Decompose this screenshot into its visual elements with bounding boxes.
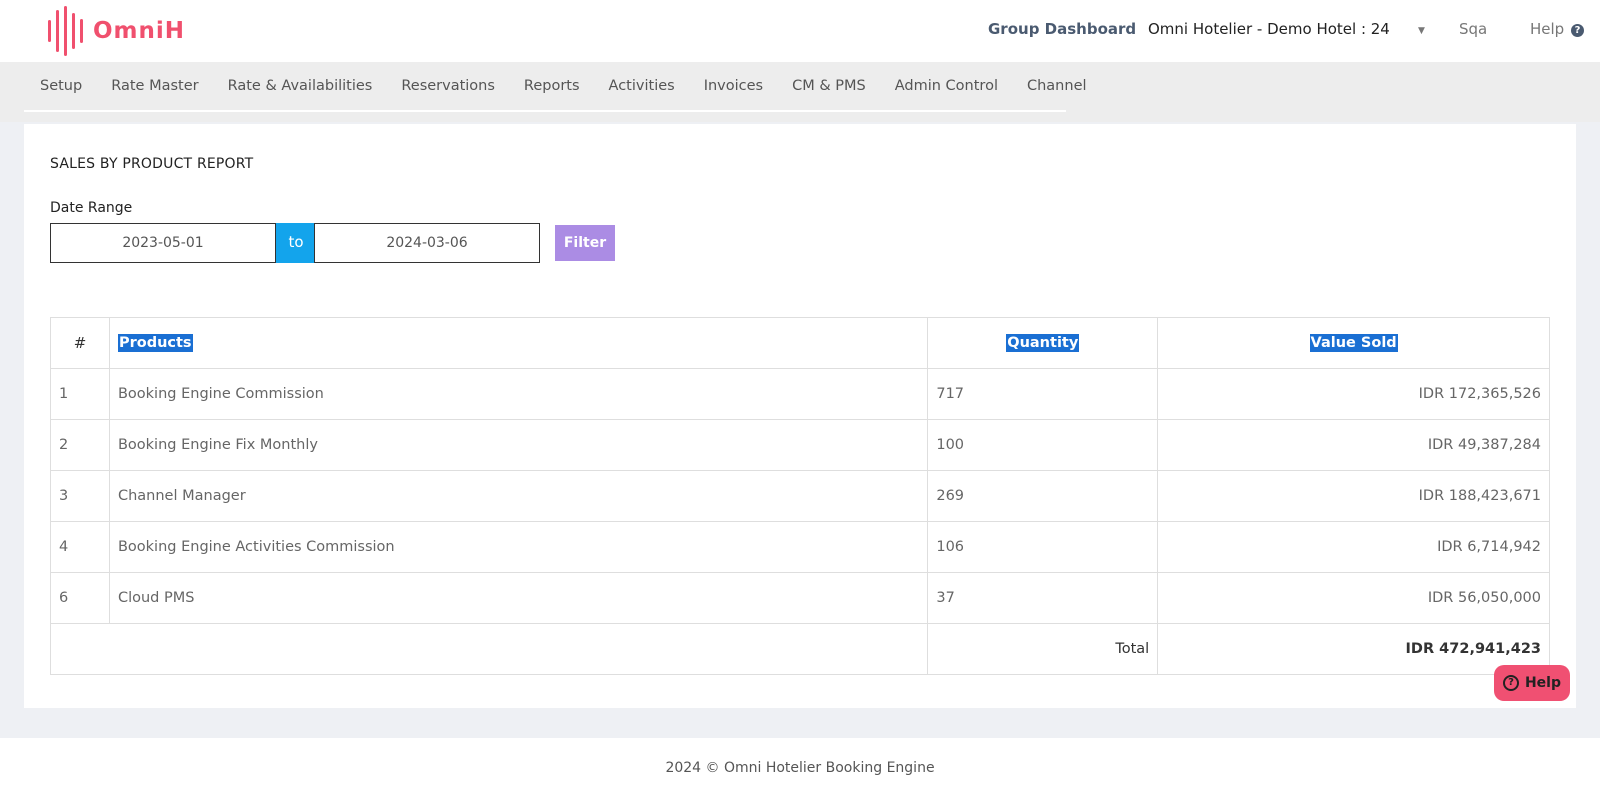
cell-product: Cloud PMS — [108, 572, 929, 624]
table-row: 4 Booking Engine Activities Commission 106… — [50, 521, 1550, 573]
cell-quantity: 37 — [927, 572, 1159, 624]
total-spacer — [49, 623, 929, 675]
main-nav: Setup Rate Master Rate & Availabilities Res… — [0, 62, 1600, 122]
cell-quantity: 269 — [927, 470, 1159, 522]
cell-product: Channel Manager — [108, 470, 929, 522]
user-menu[interactable]: Sqa — [1459, 20, 1487, 38]
cell-number: 1 — [50, 368, 110, 420]
cell-value-sold: IDR 49,387,284 — [1157, 419, 1550, 471]
filter-button[interactable]: Filter — [555, 225, 615, 261]
cell-number: 4 — [50, 521, 110, 573]
main-nav-bar: Setup Rate Master Rate & Availabilities Res… — [24, 62, 1087, 112]
omnih-logo[interactable]: OmniH — [48, 6, 185, 56]
question-circle-icon: ? — [1502, 675, 1519, 691]
nav-item-cm-pms[interactable]: CM & PMS — [792, 78, 866, 94]
total-label: Total — [927, 623, 1159, 675]
help-button-label: Help — [1524, 675, 1562, 691]
column-header-value-sold-label: Value Sold — [1309, 334, 1398, 352]
table-row: 1 Booking Engine Commission 717 IDR 172,365… — [50, 368, 1550, 420]
cell-product: Booking Engine Activities Commission — [108, 521, 929, 573]
date-range-label: Date Range — [50, 200, 133, 216]
report-card: SALES BY PRODUCT REPORT Date Range 2023-… — [24, 124, 1576, 708]
column-header-products[interactable]: Products — [108, 317, 929, 369]
nav-item-activities[interactable]: Activities — [609, 78, 675, 94]
table-header-row: # Products Quantity Value Sold — [50, 317, 1550, 369]
logo-bars-icon — [48, 6, 83, 56]
nav-item-rate-master[interactable]: Rate Master — [111, 78, 198, 94]
nav-item-reports[interactable]: Reports — [524, 78, 580, 94]
nav-item-setup[interactable]: Setup — [40, 78, 82, 94]
total-row: Total IDR 472,941,423 — [49, 623, 1550, 675]
date-to-separator: to — [276, 223, 316, 263]
cell-number: 2 — [50, 419, 110, 471]
nav-item-admin-control[interactable]: Admin Control — [895, 78, 998, 94]
column-header-value-sold[interactable]: Value Sold — [1157, 317, 1550, 369]
help-link-label: Help — [1530, 20, 1565, 38]
cell-number: 3 — [50, 470, 110, 522]
nav-item-invoices[interactable]: Invoices — [704, 78, 763, 94]
cell-product: Booking Engine Commission — [108, 368, 929, 420]
chevron-down-icon[interactable]: ▼ — [1418, 26, 1425, 36]
table-body: 1 Booking Engine Commission 717 IDR 172,365… — [50, 368, 1550, 624]
question-circle-icon: ? — [1570, 24, 1584, 37]
cell-value-sold: IDR 188,423,671 — [1157, 470, 1550, 522]
date-to-input[interactable]: 2024-03-06 — [314, 223, 540, 263]
table-row: 2 Booking Engine Fix Monthly 100 IDR 49,387… — [50, 419, 1550, 471]
cell-value-sold: IDR 56,050,000 — [1157, 572, 1550, 624]
total-value: IDR 472,941,423 — [1157, 623, 1550, 675]
logo-text: OmniH — [93, 18, 186, 44]
cell-value-sold: IDR 6,714,942 — [1157, 521, 1550, 573]
group-dashboard-link[interactable]: Group Dashboard — [988, 20, 1136, 38]
column-header-quantity[interactable]: Quantity — [927, 317, 1159, 369]
sales-table: # Products Quantity Value Sold 1 Booking … — [49, 317, 1550, 675]
nav-item-channel[interactable]: Channel — [1027, 78, 1087, 94]
nav-item-rate-availabilities[interactable]: Rate & Availabilities — [228, 78, 373, 94]
footer-text: 2024 © Omni Hotelier Booking Engine — [665, 760, 935, 776]
help-button[interactable]: ? Help — [1494, 665, 1570, 701]
cell-quantity: 100 — [927, 419, 1159, 471]
cell-value-sold: IDR 172,365,526 — [1157, 368, 1550, 420]
date-from-input[interactable]: 2023-05-01 — [50, 223, 276, 263]
cell-product: Booking Engine Fix Monthly — [108, 419, 929, 471]
column-header-quantity-label: Quantity — [1006, 334, 1080, 352]
cell-number: 6 — [50, 572, 110, 624]
help-link[interactable]: Help ? — [1530, 20, 1584, 38]
column-header-products-label: Products — [117, 334, 193, 352]
hotel-select[interactable]: Omni Hotelier - Demo Hotel : 24 — [1148, 20, 1390, 38]
column-header-number: # — [50, 317, 110, 369]
nav-item-reservations[interactable]: Reservations — [401, 78, 495, 94]
cell-quantity: 717 — [927, 368, 1159, 420]
page-title: SALES BY PRODUCT REPORT — [50, 156, 254, 172]
footer: 2024 © Omni Hotelier Booking Engine — [0, 738, 1600, 798]
table-row: 3 Channel Manager 269 IDR 188,423,671 — [50, 470, 1550, 522]
cell-quantity: 106 — [927, 521, 1159, 573]
table-row: 6 Cloud PMS 37 IDR 56,050,000 — [50, 572, 1550, 624]
top-header: OmniH Group Dashboard Omni Hotelier - De… — [0, 0, 1600, 62]
